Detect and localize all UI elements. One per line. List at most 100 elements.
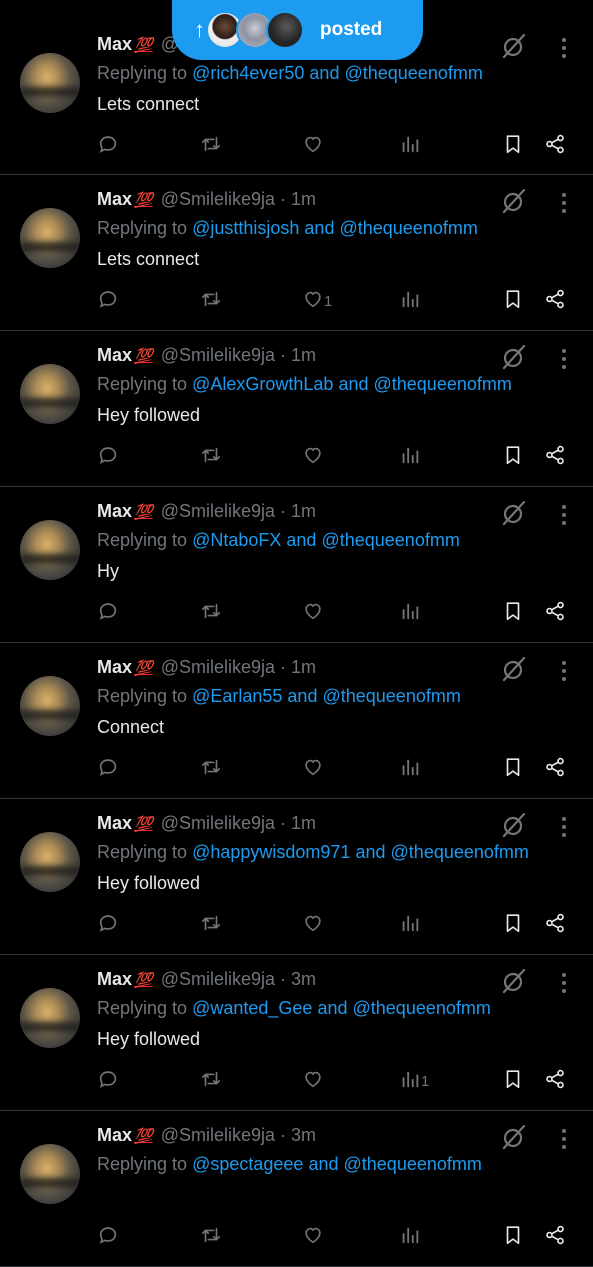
grok-icon[interactable] <box>500 655 528 683</box>
display-name[interactable]: Max <box>97 1125 132 1145</box>
post-time[interactable]: · 1m <box>280 345 316 365</box>
views-button[interactable] <box>399 288 421 314</box>
avatar[interactable] <box>20 208 80 268</box>
mention-link[interactable]: @thequeenofmm <box>321 530 459 550</box>
reply-button[interactable] <box>97 912 119 938</box>
views-button[interactable] <box>399 756 421 782</box>
new-posts-pill[interactable]: ↑ posted <box>172 0 423 60</box>
mention-link[interactable]: @thequeenofmm <box>339 218 477 238</box>
avatar[interactable] <box>20 988 80 1048</box>
avatar[interactable] <box>20 520 80 580</box>
avatar[interactable] <box>20 53 80 113</box>
reply-button[interactable] <box>97 600 119 626</box>
display-name[interactable]: Max <box>97 501 132 521</box>
display-name[interactable]: Max <box>97 657 132 677</box>
tweet[interactable]: Max 💯 @Smilelike9ja · 3m Replying to @wan… <box>0 955 593 1111</box>
views-button[interactable]: 1 <box>399 1068 429 1094</box>
post-time[interactable]: · 3m <box>280 969 316 989</box>
avatar[interactable] <box>20 1144 80 1204</box>
avatar[interactable] <box>20 832 80 892</box>
user-handle[interactable]: @Smilelike9ja <box>161 813 275 833</box>
tweet[interactable]: Max 💯 @Smilelike9ja · 1m Replying to @hap… <box>0 799 593 955</box>
bookmark-button[interactable] <box>502 1224 524 1250</box>
display-name[interactable]: Max <box>97 34 132 54</box>
views-button[interactable] <box>399 1224 421 1250</box>
user-handle[interactable]: @Smilelike9ja <box>161 189 275 209</box>
more-vertical-icon[interactable] <box>556 503 572 527</box>
mention-link[interactable]: @thequeenofmm <box>344 63 482 83</box>
grok-icon[interactable] <box>500 499 528 527</box>
tweet[interactable]: Max 💯 @Smilelike9ja · 3m Replying to @spe… <box>0 1111 593 1267</box>
mention-link[interactable]: @spectageee <box>192 1154 303 1174</box>
grok-icon[interactable] <box>500 32 528 60</box>
bookmark-button[interactable] <box>502 133 524 159</box>
more-vertical-icon[interactable] <box>556 971 572 995</box>
tweet[interactable]: Max 💯 @Smilelike9ja · 1m Replying to @Nta… <box>0 487 593 643</box>
like-button[interactable] <box>302 1224 324 1250</box>
bookmark-button[interactable] <box>502 912 524 938</box>
bookmark-button[interactable] <box>502 1068 524 1094</box>
tweet[interactable]: Max 💯 @Smilelike9ja · 1m Replying to @Ale… <box>0 331 593 487</box>
display-name[interactable]: Max <box>97 969 132 989</box>
mention-link[interactable]: @happywisdom971 <box>192 842 350 862</box>
more-vertical-icon[interactable] <box>556 36 572 60</box>
retweet-button[interactable] <box>200 912 222 938</box>
post-time[interactable]: · 1m <box>280 813 316 833</box>
user-handle[interactable]: @Smilelike9ja <box>161 501 275 521</box>
user-handle[interactable]: @Smilelike9ja <box>161 1125 275 1145</box>
user-handle[interactable]: @Smilelike9ja <box>161 345 275 365</box>
reply-button[interactable] <box>97 756 119 782</box>
share-button[interactable] <box>544 444 566 470</box>
mention-link[interactable]: @thequeenofmm <box>391 842 529 862</box>
mention-link[interactable]: @justthisjosh <box>192 218 299 238</box>
retweet-button[interactable] <box>200 756 222 782</box>
like-button[interactable] <box>302 912 324 938</box>
more-vertical-icon[interactable] <box>556 347 572 371</box>
share-button[interactable] <box>544 912 566 938</box>
retweet-button[interactable] <box>200 444 222 470</box>
grok-icon[interactable] <box>500 811 528 839</box>
avatar[interactable] <box>20 676 80 736</box>
retweet-button[interactable] <box>200 1068 222 1094</box>
share-button[interactable] <box>544 756 566 782</box>
retweet-button[interactable] <box>200 288 222 314</box>
post-time[interactable]: · 3m <box>280 1125 316 1145</box>
like-button[interactable] <box>302 444 324 470</box>
display-name[interactable]: Max <box>97 189 132 209</box>
share-button[interactable] <box>544 1224 566 1250</box>
post-time[interactable]: · 1m <box>280 189 316 209</box>
grok-icon[interactable] <box>500 187 528 215</box>
avatar[interactable] <box>20 364 80 424</box>
user-handle[interactable]: @Smilelike9ja <box>161 657 275 677</box>
like-button[interactable]: 1 <box>302 288 332 314</box>
like-button[interactable] <box>302 600 324 626</box>
post-time[interactable]: · 1m <box>280 657 316 677</box>
mention-link[interactable]: @thequeenofmm <box>353 998 491 1018</box>
user-handle[interactable]: @Smilelike9ja <box>161 969 275 989</box>
views-button[interactable] <box>399 133 421 159</box>
display-name[interactable]: Max <box>97 813 132 833</box>
mention-link[interactable]: @Earlan55 <box>192 686 282 706</box>
more-vertical-icon[interactable] <box>556 815 572 839</box>
mention-link[interactable]: @NtaboFX <box>192 530 281 550</box>
grok-icon[interactable] <box>500 967 528 995</box>
share-button[interactable] <box>544 600 566 626</box>
like-button[interactable] <box>302 1068 324 1094</box>
share-button[interactable] <box>544 133 566 159</box>
bookmark-button[interactable] <box>502 288 524 314</box>
more-vertical-icon[interactable] <box>556 659 572 683</box>
mention-link[interactable]: @wanted_Gee <box>192 998 312 1018</box>
more-vertical-icon[interactable] <box>556 1127 572 1151</box>
mention-link[interactable]: @rich4ever50 <box>192 63 304 83</box>
post-time[interactable]: · 1m <box>280 501 316 521</box>
mention-link[interactable]: @AlexGrowthLab <box>192 374 333 394</box>
bookmark-button[interactable] <box>502 600 524 626</box>
bookmark-button[interactable] <box>502 756 524 782</box>
retweet-button[interactable] <box>200 600 222 626</box>
grok-icon[interactable] <box>500 1123 528 1151</box>
reply-button[interactable] <box>97 288 119 314</box>
retweet-button[interactable] <box>200 1224 222 1250</box>
share-button[interactable] <box>544 288 566 314</box>
display-name[interactable]: Max <box>97 345 132 365</box>
views-button[interactable] <box>399 444 421 470</box>
